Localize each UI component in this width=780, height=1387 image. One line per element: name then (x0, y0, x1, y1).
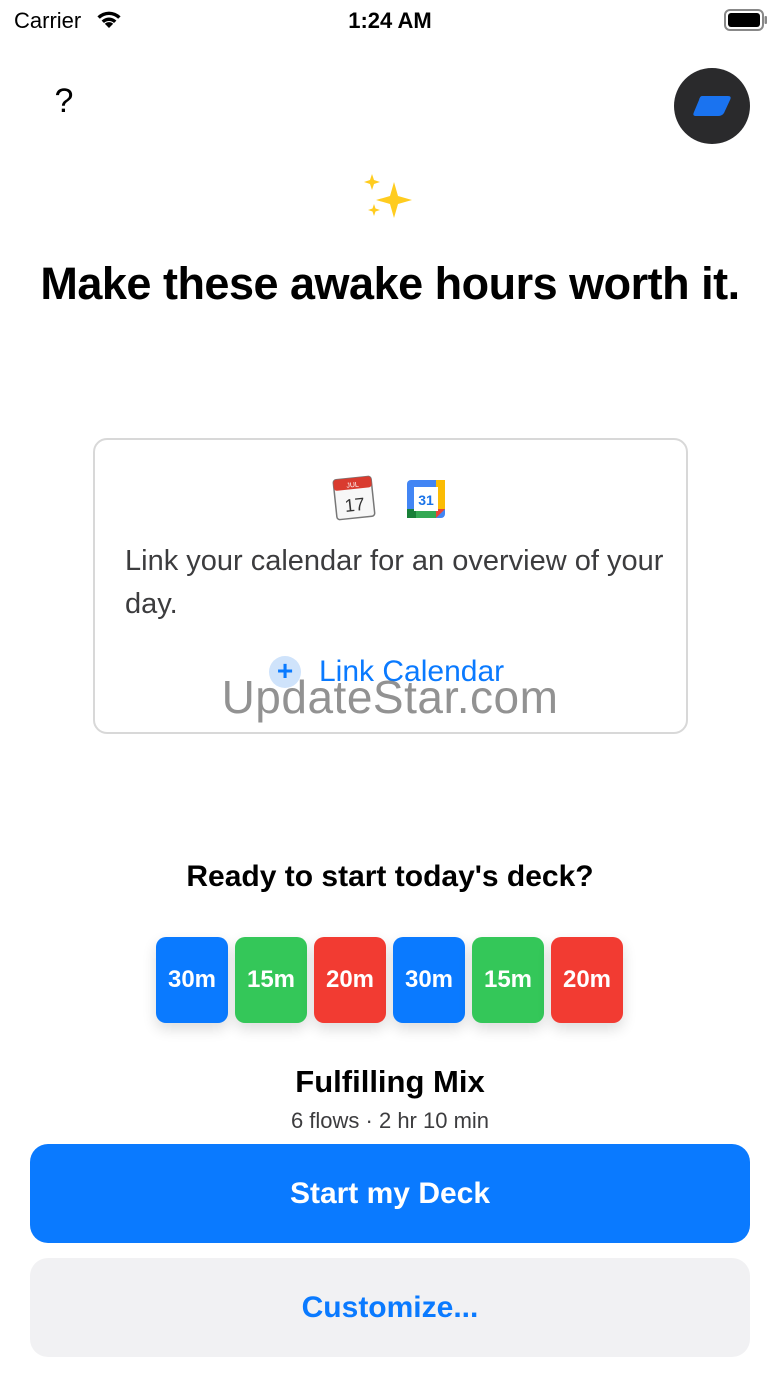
profile-avatar-icon (693, 96, 731, 116)
deck-card-label: 20m (562, 966, 612, 993)
start-deck-button[interactable]: Start my Deck (30, 1144, 750, 1243)
mix-name: Fulfilling Mix (295, 1064, 485, 1099)
google-calendar-icon: 31 (407, 480, 445, 518)
calendar-card-text: Link your calendar for an overview of yo… (125, 545, 664, 620)
profile-button[interactable] (674, 68, 750, 144)
deck-card[interactable]: 20m (551, 937, 623, 1023)
watermark: UpdateStar.com (221, 671, 559, 723)
mix-summary: 6 flows · 2 hr 10 min (290, 1108, 490, 1133)
help-button[interactable]: ? (46, 78, 82, 124)
deck-card-label: 15m (246, 966, 296, 993)
deck-card-label: 20m (325, 966, 375, 993)
deck-card[interactable]: 15m (472, 937, 544, 1023)
svg-text:31: 31 (418, 492, 434, 508)
deck-card[interactable]: 20m (314, 937, 386, 1023)
deck-card[interactable]: 30m (156, 937, 228, 1023)
svg-text:JUL: JUL (346, 481, 359, 489)
customize-button[interactable]: Customize... (30, 1258, 750, 1357)
deck-card[interactable]: 15m (235, 937, 307, 1023)
page-headline: Make these awake hours worth it. (40, 258, 740, 309)
deck-title: Ready to start today's deck? (186, 860, 594, 893)
deck-card-label: 15m (483, 966, 533, 993)
apple-calendar-icon: JUL 17 (331, 474, 377, 522)
deck-card-row: 30m 15m 20m 30m 15m 20m (156, 937, 626, 1027)
deck-card-label: 30m (404, 966, 454, 993)
deck-card-label: 30m (167, 966, 217, 993)
status-bar: Carrier 1:24 AM (0, 0, 780, 44)
battery-icon (724, 9, 768, 31)
svg-text:17: 17 (344, 494, 366, 516)
sparkles-icon (360, 170, 420, 226)
status-time: 1:24 AM (348, 8, 432, 33)
deck-card[interactable]: 30m (393, 937, 465, 1023)
